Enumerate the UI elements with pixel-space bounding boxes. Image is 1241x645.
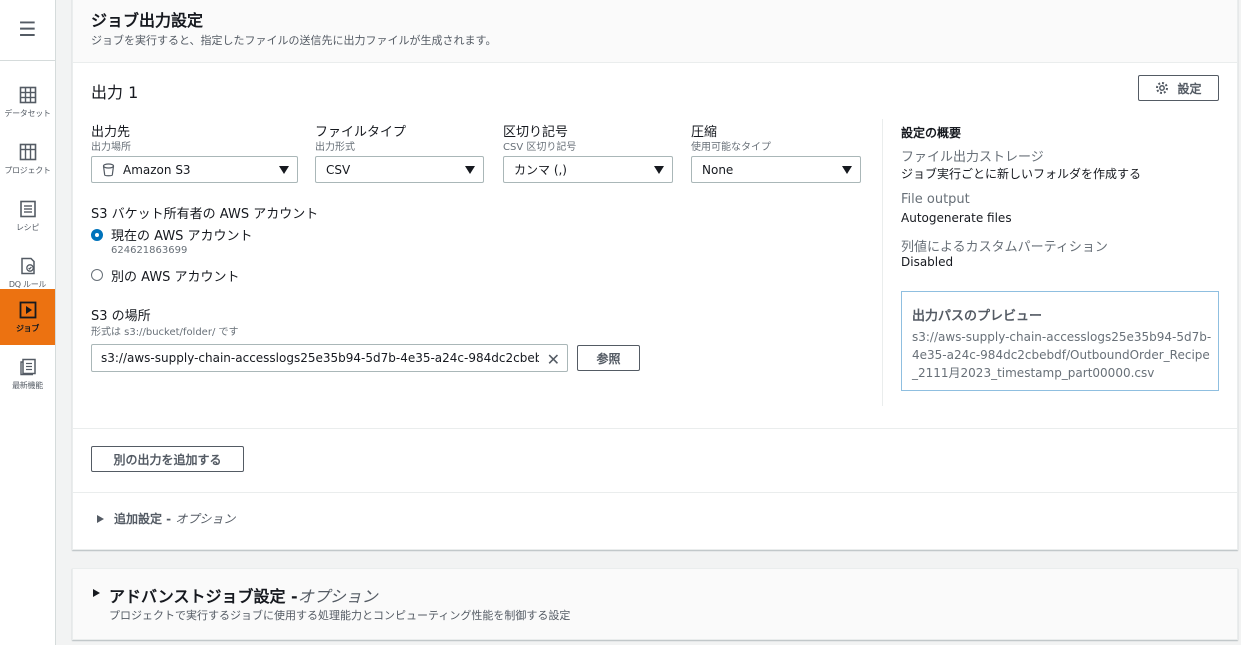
summary-key: File output [901, 192, 970, 207]
delimiter-value: カンマ (,) [514, 163, 567, 177]
destination-select[interactable]: Amazon S3 [91, 156, 298, 183]
summary-title: 設定の概要 [901, 126, 962, 140]
current-account-label: 現在の AWS アカウント [111, 229, 253, 244]
file-type-sublabel: 出力形式 [315, 142, 355, 153]
summary-value: Autogenerate files [901, 211, 1012, 225]
advanced-settings-description: プロジェクトで実行するジョブに使用する処理能力とコンピューティング性能を制御する… [109, 609, 571, 622]
sidebar-item-whats-new[interactable]: 最新機能 [0, 346, 55, 402]
advanced-settings-title: アドバンストジョブ設定 - [109, 587, 298, 606]
account-id: 624621863699 [111, 245, 188, 256]
news-icon [19, 358, 36, 375]
additional-settings-label: 追加設定 - [114, 512, 176, 526]
preview-title: 出力パスのプレビュー [912, 309, 1043, 324]
section-divider [73, 428, 1237, 429]
preview-path: s3://aws-supply-chain-accesslogs25e35b94… [912, 330, 1212, 380]
sidebar-item-label: プロジェクト [4, 165, 51, 175]
job-output-panel: ジョブ出力設定 ジョブを実行すると、指定したファイルの送信先に出力ファイルが生成… [72, 0, 1238, 550]
browse-button-label: 参照 [596, 351, 621, 366]
left-sidebar: ☰ データセット プロジェクト レシピ DQ ルール ジョブ 最新機能 [0, 0, 56, 645]
table-icon [19, 86, 36, 103]
caret-down-icon [279, 166, 289, 174]
sidebar-item-datasets[interactable]: データセット [0, 74, 55, 130]
summary-key: 列値によるカスタムパーティション [901, 240, 1108, 255]
output-path-preview: 出力パスのプレビュー s3://aws-supply-chain-accessl… [901, 291, 1219, 391]
hamburger-icon[interactable]: ☰ [0, 14, 55, 44]
destination-sublabel: 出力場所 [91, 142, 131, 153]
sidebar-item-label: DQ ルール [8, 279, 47, 289]
other-account-radio[interactable] [91, 269, 103, 281]
sidebar-item-label: ジョブ [15, 323, 40, 333]
grid-icon [19, 143, 36, 160]
additional-settings-toggle[interactable]: 追加設定 - オプション [97, 510, 297, 528]
gear-icon [1156, 82, 1169, 94]
bucket-owner-label: S3 バケット所有者の AWS アカウント [91, 207, 319, 222]
s3-location-value: s3://aws-supply-chain-accesslogs25e35b94… [101, 351, 539, 365]
summary-value: Disabled [901, 255, 954, 269]
caret-down-icon [465, 166, 475, 174]
sidebar-item-recipes[interactable]: レシピ [0, 188, 55, 244]
file-type-select[interactable]: CSV [315, 156, 484, 183]
settings-button[interactable]: 設定 [1138, 75, 1219, 101]
output-title: 出力 1 [91, 83, 139, 102]
rule-check-icon [20, 257, 35, 274]
file-type-value: CSV [326, 162, 351, 177]
compression-value: None [702, 162, 734, 177]
add-output-button-label: 別の出力を追加する [113, 452, 222, 467]
caret-down-icon [842, 166, 852, 174]
caret-right-icon [93, 589, 100, 597]
sidebar-divider [0, 60, 55, 61]
s3-location-input[interactable]: s3://aws-supply-chain-accesslogs25e35b94… [91, 344, 568, 372]
bucket-icon [102, 162, 115, 176]
list-icon [19, 200, 36, 217]
summary-value: ジョブ実行ごとに新しいフォルダを作成する [901, 167, 1142, 181]
add-output-button[interactable]: 別の出力を追加する [91, 446, 244, 472]
additional-settings-option: オプション [175, 512, 236, 526]
summary-key: ファイル出力ストレージ [901, 150, 1044, 165]
sidebar-item-label: データセット [4, 108, 51, 118]
caret-right-icon [97, 515, 104, 523]
other-account-label: 別の AWS アカウント [111, 270, 240, 285]
s3-location-label: S3 の場所 [91, 309, 151, 324]
sidebar-item-label: 最新機能 [12, 380, 43, 390]
job-output-header: ジョブ出力設定 ジョブを実行すると、指定したファイルの送信先に出力ファイルが生成… [73, 0, 1237, 63]
sidebar-item-jobs[interactable]: ジョブ [0, 289, 55, 345]
summary-divider [882, 119, 883, 406]
job-output-title: ジョブ出力設定 [91, 11, 204, 30]
compression-sublabel: 使用可能なタイプ [691, 142, 771, 153]
delimiter-select[interactable]: カンマ (,) [503, 156, 673, 183]
clear-icon[interactable]: ✕ [547, 350, 560, 369]
caret-down-icon [654, 166, 664, 174]
settings-button-label: 設定 [1177, 81, 1202, 96]
sidebar-item-label: レシピ [15, 222, 40, 232]
browse-button[interactable]: 参照 [577, 345, 640, 371]
section-divider [73, 492, 1237, 493]
sidebar-item-projects[interactable]: プロジェクト [0, 131, 55, 187]
play-icon [19, 301, 36, 318]
current-account-radio[interactable] [91, 229, 103, 241]
delimiter-sublabel: CSV 区切り記号 [503, 142, 577, 153]
s3-location-hint: 形式は s3://bucket/folder/ です [91, 327, 239, 338]
compression-select[interactable]: None [691, 156, 861, 183]
advanced-settings-option: オプション [297, 587, 378, 606]
advanced-settings-panel[interactable]: アドバンストジョブ設定 -オプション プロジェクトで実行するジョブに使用する処理… [72, 568, 1238, 640]
job-output-description: ジョブを実行すると、指定したファイルの送信先に出力ファイルが生成されます。 [91, 34, 497, 47]
destination-value: Amazon S3 [123, 162, 191, 177]
